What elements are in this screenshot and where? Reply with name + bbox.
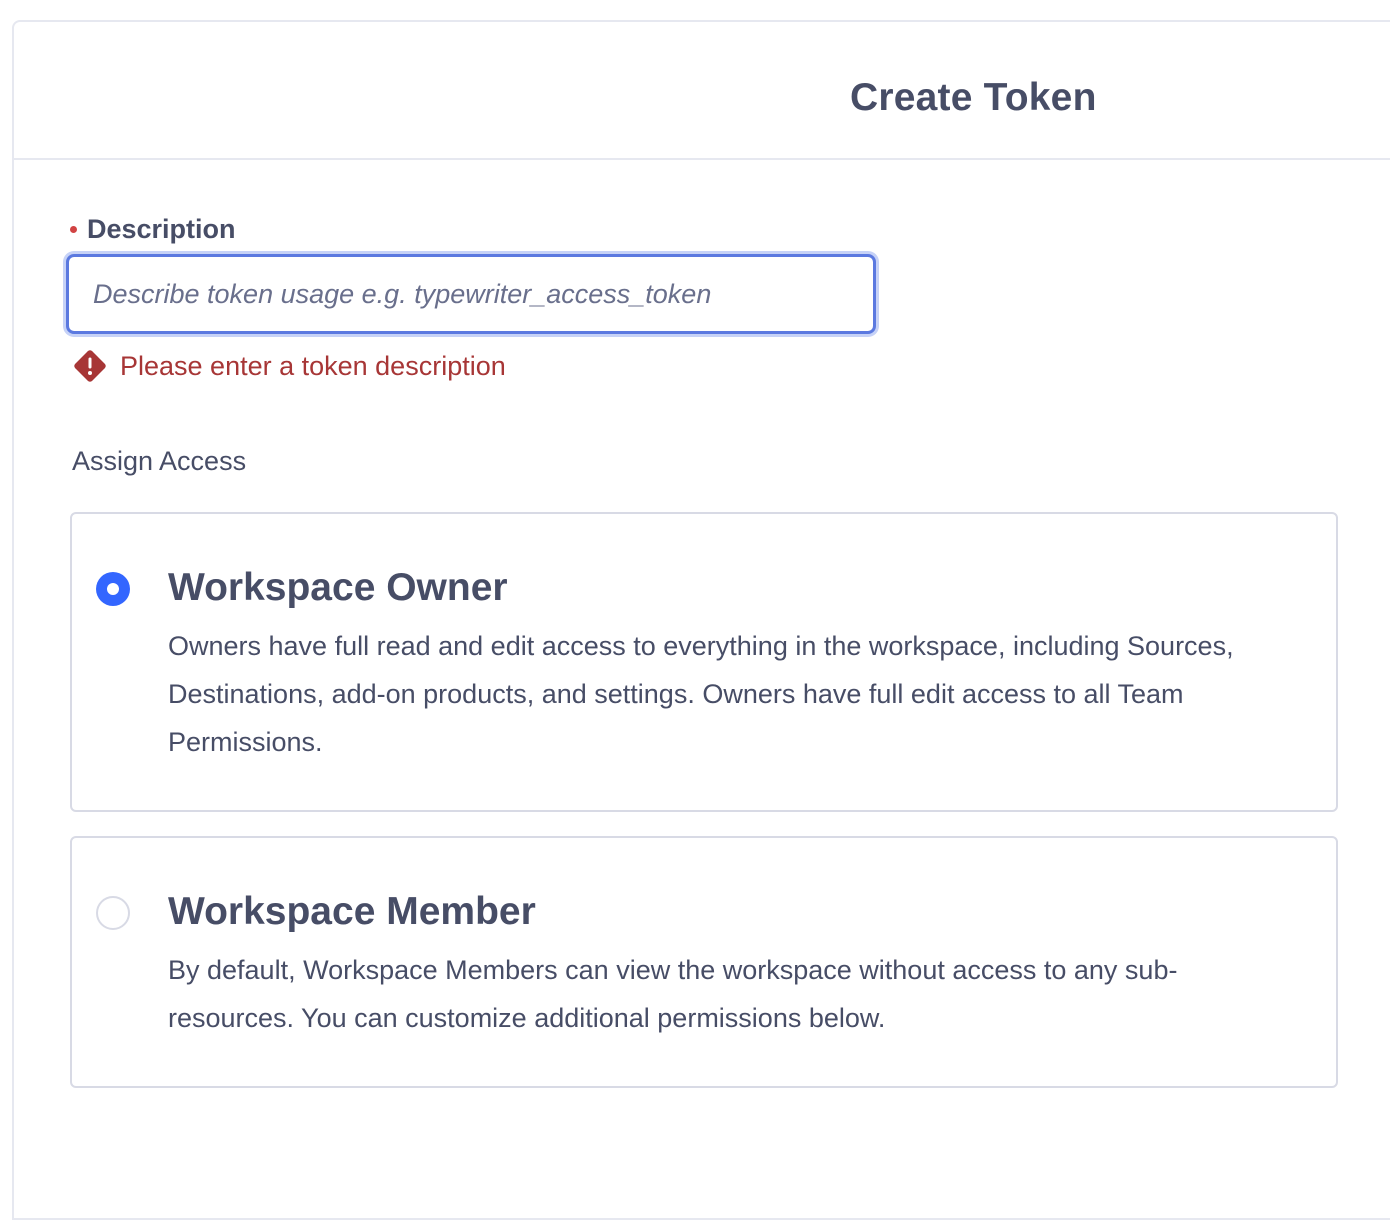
error-diamond-icon	[74, 350, 106, 382]
workspace-member-radio[interactable]	[96, 896, 130, 930]
create-token-panel: Create Token Description Please enter a …	[12, 20, 1390, 1220]
description-input[interactable]	[66, 254, 876, 334]
workspace-owner-description: Owners have full read and edit access to…	[168, 631, 1234, 757]
workspace-member-title: Workspace Member	[168, 890, 536, 933]
workspace-member-description: By default, Workspace Members can view t…	[168, 955, 1178, 1033]
workspace-owner-radio[interactable]	[96, 572, 130, 606]
assign-access-label: Assign Access	[72, 446, 247, 476]
workspace-owner-option[interactable]: Workspace Owner Owners have full read an…	[70, 512, 1338, 812]
description-error-text: Please enter a token description	[120, 350, 506, 381]
description-label-text: Description	[87, 214, 236, 244]
required-indicator	[70, 226, 77, 233]
panel-header: Create Token	[14, 22, 1390, 160]
description-error: Please enter a token description	[72, 348, 506, 384]
workspace-owner-title: Workspace Owner	[168, 566, 508, 609]
page-title: Create Token	[850, 76, 1097, 119]
description-label: Description	[70, 214, 236, 245]
workspace-member-option[interactable]: Workspace Member By default, Workspace M…	[70, 836, 1338, 1088]
